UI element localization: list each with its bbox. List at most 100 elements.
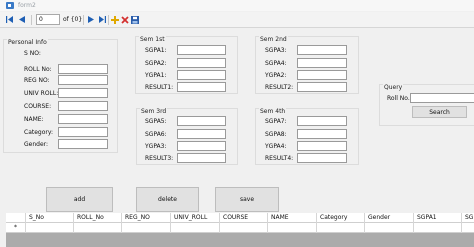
move-next-icon[interactable] — [86, 14, 96, 25]
ygpa4-field[interactable] — [297, 141, 347, 151]
result4-label: RESULT4: — [265, 155, 294, 162]
column-header-sgpa1[interactable]: SGPA1 — [414, 213, 462, 223]
result2-label: RESULT2: — [265, 84, 294, 91]
name-field[interactable] — [58, 114, 108, 124]
save-icon[interactable] — [130, 14, 140, 25]
ygpa1-field[interactable] — [177, 70, 226, 80]
gender-label: Gender: — [24, 141, 49, 148]
sgpa3-label: SGPA3: — [265, 47, 287, 54]
delete-button[interactable]: delete — [136, 187, 199, 212]
ygpa4-label: YGPA4: — [265, 143, 287, 150]
sgpa1-field[interactable] — [177, 45, 226, 55]
sem3-group: Sem 3rd SGPA5: SGPA6: YGPA3: RESULT3: — [136, 108, 238, 165]
grid-header: S_No ROLL_No REG_NO UNIV_ROLL COURSE NAM… — [6, 213, 474, 223]
column-header-univ-roll[interactable]: UNIV_ROLL — [171, 213, 220, 223]
result1-label: RESULT1: — [145, 84, 174, 91]
sgpa3-field[interactable] — [297, 45, 347, 55]
sgpa7-field[interactable] — [297, 116, 347, 126]
cell-univ-roll[interactable] — [171, 223, 220, 233]
sgpa6-label: SGPA6: — [145, 131, 167, 138]
column-header-course[interactable]: COURSE — [220, 213, 268, 223]
sgpa6-field[interactable] — [177, 129, 226, 139]
move-first-icon[interactable] — [4, 14, 14, 25]
binding-navigator: 0 of {0} — [0, 12, 474, 28]
move-last-icon[interactable] — [97, 14, 107, 25]
roll-no-label: ROLL No: — [24, 66, 52, 73]
course-field[interactable] — [58, 101, 108, 111]
column-header-reg-no[interactable]: REG_NO — [122, 213, 171, 223]
result3-field[interactable] — [177, 153, 226, 163]
title-bar: form2 — [0, 0, 474, 11]
query-title: Query — [383, 84, 404, 91]
category-field[interactable] — [58, 127, 108, 137]
result2-field[interactable] — [297, 82, 347, 92]
ygpa2-field[interactable] — [297, 70, 347, 80]
sem2-group: Sem 2nd SGPA3: SGPA4: YGPA2: RESULT2: — [255, 36, 359, 94]
sno-label: S NO: — [24, 50, 41, 57]
search-button[interactable]: Search — [412, 106, 467, 118]
sgpa8-label: SGPA8: — [265, 131, 287, 138]
name-label: NAME: — [24, 116, 44, 123]
column-header-sgpa[interactable]: SGPA — [462, 213, 474, 223]
query-roll-field[interactable] — [410, 93, 474, 103]
cell-gender[interactable] — [365, 223, 414, 233]
add-new-icon[interactable] — [110, 14, 120, 25]
column-header-gender[interactable]: Gender — [365, 213, 414, 223]
sgpa5-field[interactable] — [177, 116, 226, 126]
reg-no-field[interactable] — [58, 75, 108, 85]
add-button[interactable]: add — [46, 187, 113, 212]
roll-no-field[interactable] — [58, 64, 108, 74]
toolbar-separator — [83, 15, 84, 25]
column-header-s-no[interactable]: S_No — [26, 213, 74, 223]
result3-label: RESULT3: — [145, 155, 174, 162]
delete-icon[interactable] — [120, 14, 130, 25]
sgpa2-label: SGPA2: — [145, 60, 167, 67]
cell-roll-no[interactable] — [74, 223, 122, 233]
record-count-label: of {0} — [63, 16, 83, 23]
personal-info-group: Personal Info S NO: ROLL No: REG NO: UNI… — [3, 39, 118, 153]
column-header-category[interactable]: Category — [317, 213, 365, 223]
univ-roll-label: UNIV ROLL: — [24, 90, 59, 97]
ygpa1-label: YGPA1: — [145, 72, 167, 79]
cell-s-no[interactable] — [26, 223, 74, 233]
move-previous-icon[interactable] — [17, 14, 27, 25]
sem3-title: Sem 3rd — [140, 108, 168, 115]
new-row-marker: * — [6, 223, 26, 233]
sem1-title: Sem 1st — [139, 36, 166, 43]
sgpa2-field[interactable] — [177, 58, 226, 68]
column-header-name[interactable]: NAME — [268, 213, 317, 223]
sgpa4-field[interactable] — [297, 58, 347, 68]
toolbar-separator — [108, 15, 109, 25]
toolbar-separator — [31, 15, 32, 25]
sgpa5-label: SGPA5: — [145, 118, 167, 125]
cell-reg-no[interactable] — [122, 223, 171, 233]
cell-sgpa1[interactable] — [414, 223, 462, 233]
new-row[interactable]: * — [6, 223, 474, 233]
cell-category[interactable] — [317, 223, 365, 233]
save-button[interactable]: save — [215, 187, 279, 212]
position-input[interactable]: 0 — [36, 14, 60, 25]
reg-no-label: REG NO: — [24, 77, 50, 84]
sgpa1-label: SGPA1: — [145, 47, 167, 54]
sem4-group: Sem 4th SGPA7: SGPA8: YGPA4: RESULT4: — [255, 108, 359, 165]
query-roll-label: Roll No. — [387, 95, 410, 102]
column-header-roll-no[interactable]: ROLL_No — [74, 213, 122, 223]
result1-field[interactable] — [177, 82, 226, 92]
category-label: Category: — [24, 129, 53, 136]
sgpa4-label: SGPA4: — [265, 60, 287, 67]
sem1-group: Sem 1st SGPA1: SGPA2: YGPA1: RESULT1: — [135, 36, 238, 94]
cell-name[interactable] — [268, 223, 317, 233]
query-group: Query Roll No. Search — [379, 84, 474, 126]
records-grid[interactable]: S_No ROLL_No REG_NO UNIV_ROLL COURSE NAM… — [6, 213, 474, 247]
ygpa3-field[interactable] — [177, 141, 226, 151]
ygpa2-label: YGPA2: — [265, 72, 287, 79]
grid-corner — [6, 213, 26, 223]
app-icon — [6, 2, 14, 9]
cell-sgpa[interactable] — [462, 223, 474, 233]
gender-field[interactable] — [58, 139, 108, 149]
result4-field[interactable] — [297, 153, 347, 163]
univ-roll-field[interactable] — [58, 88, 108, 98]
cell-course[interactable] — [220, 223, 268, 233]
sgpa8-field[interactable] — [297, 129, 347, 139]
personal-info-title: Personal Info — [7, 39, 48, 46]
